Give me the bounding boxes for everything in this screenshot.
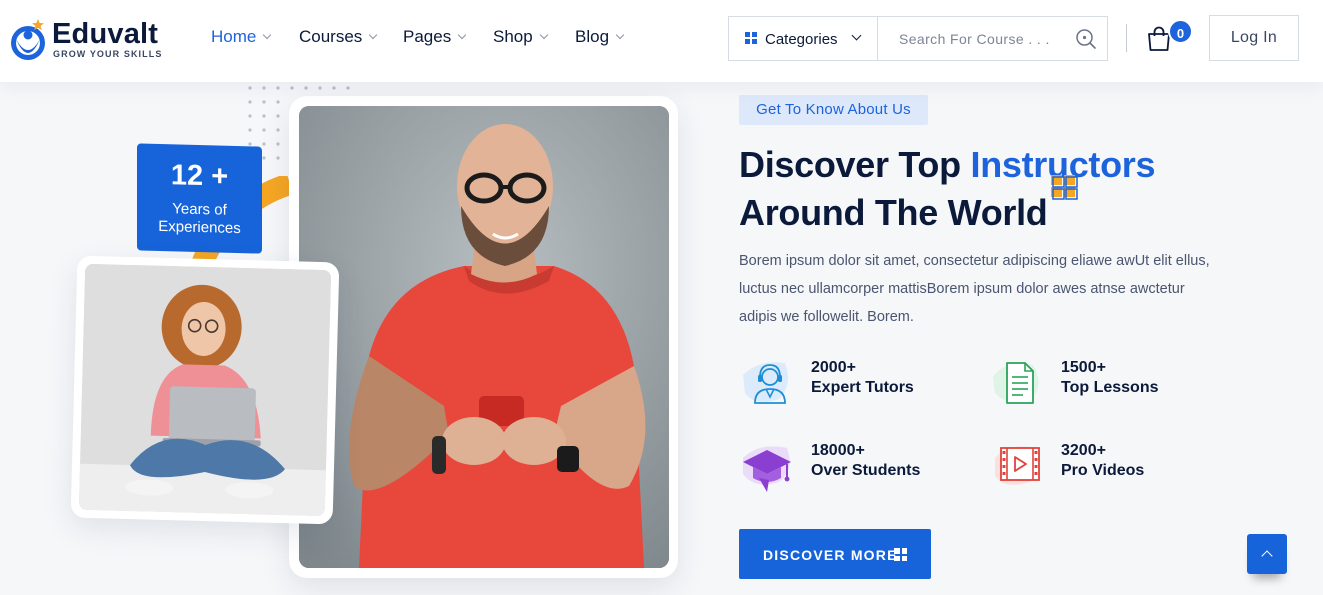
stat-label: Pro Videos xyxy=(1061,462,1145,479)
search-input[interactable] xyxy=(878,17,1068,60)
student-photo xyxy=(78,263,332,517)
cart-button[interactable]: 0 xyxy=(1146,18,1194,54)
stat-label: Over Students xyxy=(811,462,921,479)
discover-more-label: DISCOVER MORE xyxy=(763,547,898,563)
chevron-down-icon xyxy=(851,30,862,41)
video-play-icon xyxy=(995,446,1040,485)
stat-over-students: 18000+ Over Students xyxy=(739,438,969,494)
stat-number: 3200+ xyxy=(1061,442,1106,459)
graduation-cap-icon xyxy=(743,446,791,492)
cart-count-badge: 0 xyxy=(1168,19,1193,44)
hero-description: Borem ipsum dolor sit amet, consectetur … xyxy=(739,253,1210,325)
nav-item-label: Blog xyxy=(575,27,610,46)
student-illustration xyxy=(78,263,332,517)
nav-item-blog[interactable]: Blog xyxy=(575,27,625,47)
nav-item-label: Home xyxy=(211,27,257,46)
nav-item-shop[interactable]: Shop xyxy=(493,27,548,47)
chevron-down-icon xyxy=(457,30,467,40)
chevron-up-icon xyxy=(1261,550,1273,562)
chevron-down-icon xyxy=(615,30,625,40)
site-header: Eduvalt GROW YOUR SKILLS Home Courses Pa… xyxy=(0,0,1323,82)
grid-icon xyxy=(894,548,907,561)
categories-dropdown[interactable]: Categories xyxy=(728,16,878,61)
instructor-photo-card xyxy=(289,96,678,578)
stat-expert-tutors: 2000+ Expert Tutors xyxy=(739,355,969,411)
nav-item-home[interactable]: Home xyxy=(211,27,272,47)
stat-number: 18000+ xyxy=(811,442,865,459)
stat-number: 2000+ xyxy=(811,359,856,376)
stat-label: Top Lessons xyxy=(1061,379,1159,396)
course-search xyxy=(877,16,1108,61)
scroll-to-top-button[interactable] xyxy=(1247,534,1287,574)
title-grid-decoration-icon xyxy=(1051,175,1078,200)
nav-item-pages[interactable]: Pages xyxy=(403,27,467,47)
section-kicker: Get To Know About Us xyxy=(739,95,928,125)
chevron-down-icon xyxy=(263,30,272,40)
student-photo-card xyxy=(70,255,340,525)
stat-pro-videos: 3200+ Pro Videos xyxy=(989,438,1219,494)
experience-label-line2: Experiences xyxy=(158,217,241,238)
experience-label-line1: Years of xyxy=(172,200,227,219)
brand-name: Eduvalt xyxy=(52,18,159,50)
nav-item-label: Pages xyxy=(403,27,452,46)
hero-title-part2: Around The World xyxy=(739,192,1048,233)
chevron-down-icon xyxy=(539,30,548,40)
tutor-headset-icon xyxy=(743,362,788,404)
experience-number: 12 + xyxy=(170,159,229,193)
instructor-illustration xyxy=(299,106,669,568)
brand-tagline: GROW YOUR SKILLS xyxy=(53,49,163,59)
grid-icon xyxy=(745,32,757,44)
header-divider xyxy=(1126,24,1127,52)
experience-badge: 12 + Years of Experiences xyxy=(137,143,262,254)
logo-mark-icon xyxy=(11,19,45,60)
nav-item-label: Shop xyxy=(493,27,533,46)
discover-more-button[interactable]: DISCOVER MORE xyxy=(739,529,931,579)
nav-item-label: Courses xyxy=(299,27,363,46)
hero-title: Discover Top Instructors Around The Worl… xyxy=(739,141,1259,237)
search-icon[interactable] xyxy=(1075,28,1097,50)
hero-title-part1: Discover Top xyxy=(739,144,971,185)
brand-logo[interactable]: Eduvalt GROW YOUR SKILLS xyxy=(8,15,178,65)
stat-number: 1500+ xyxy=(1061,359,1106,376)
lesson-document-icon xyxy=(993,362,1039,404)
login-button[interactable]: Log In xyxy=(1209,15,1299,61)
stat-top-lessons: 1500+ Top Lessons xyxy=(989,355,1219,411)
nav-item-courses[interactable]: Courses xyxy=(299,27,378,47)
chevron-down-icon xyxy=(369,30,378,40)
categories-label: Categories xyxy=(765,31,838,48)
stat-label: Expert Tutors xyxy=(811,379,914,396)
instructor-photo xyxy=(299,106,669,568)
